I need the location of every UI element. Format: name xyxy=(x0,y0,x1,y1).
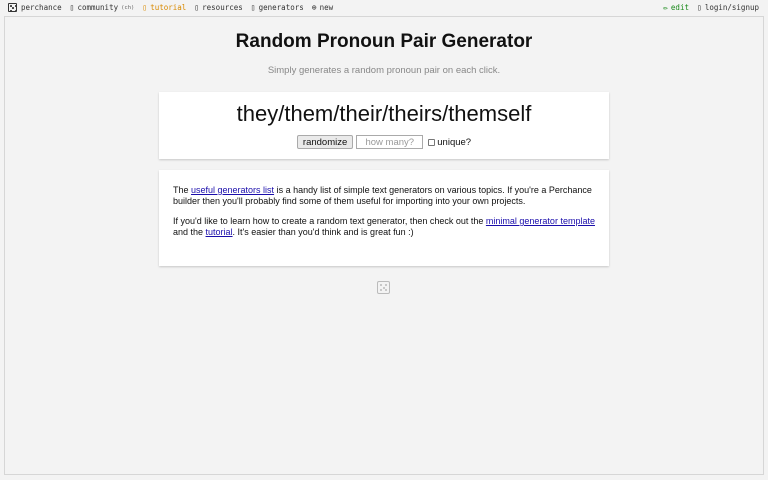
nav-resources-label: resources xyxy=(202,3,243,12)
nav-new-link[interactable]: ⊕ new xyxy=(312,3,333,12)
info-paragraph-2: If you'd like to learn how to create a r… xyxy=(173,216,595,238)
community-badge: (ch) xyxy=(121,4,135,11)
info-paragraph-1: The useful generators list is a handy li… xyxy=(173,185,595,207)
info-text: . It's easier than you'd think and is gr… xyxy=(232,227,414,237)
nav-tutorial-label: tutorial xyxy=(150,3,187,12)
nav-tutorial-link[interactable]: ▯ tutorial xyxy=(142,3,186,12)
nav-login-link[interactable]: ▯ login/signup xyxy=(697,3,759,12)
randomize-button[interactable]: randomize xyxy=(296,135,354,149)
generated-output: they/them/their/theirs/themself xyxy=(236,101,532,126)
nav-home-label: perchance xyxy=(21,3,62,12)
info-text: If you'd like to learn how to create a r… xyxy=(173,216,486,226)
info-text: The xyxy=(173,185,192,195)
useful-generators-link[interactable]: useful generators list xyxy=(191,185,274,195)
minimal-template-link[interactable]: minimal generator template xyxy=(486,216,595,226)
nav-edit-link[interactable]: ✏ edit xyxy=(663,3,689,12)
nav-resources-link[interactable]: ▯ resources xyxy=(194,3,242,12)
nav-home-link[interactable]: perchance xyxy=(8,3,62,12)
book-icon: ▯ xyxy=(194,2,200,12)
page-subtitle: Simply generates a random pronoun pair o… xyxy=(267,65,501,76)
top-nav: perchance ▯ community (ch) ▯ tutorial ▯ … xyxy=(0,0,768,16)
footer-dice-icon xyxy=(377,281,390,294)
nav-right: ✏ edit ▯ login/signup xyxy=(663,3,759,12)
nav-community-label: community xyxy=(77,3,119,12)
pencil-icon: ✏ xyxy=(663,2,668,12)
output-controls: randomize unique? xyxy=(159,135,609,149)
nav-edit-label: edit xyxy=(670,3,689,12)
page-title: Random Pronoun Pair Generator xyxy=(235,31,533,52)
nav-login-label: login/signup xyxy=(704,3,759,12)
unique-checkbox[interactable] xyxy=(428,138,436,146)
nav-community-link[interactable]: ▯ community (ch) xyxy=(70,3,135,12)
info-icon: ▯ xyxy=(142,2,148,12)
how-many-input[interactable] xyxy=(356,135,424,149)
plus-circle-icon: ⊕ xyxy=(311,2,317,12)
nav-new-label: new xyxy=(319,3,334,12)
tutorial-link[interactable]: tutorial xyxy=(206,227,233,237)
output-card: they/them/their/theirs/themself randomiz… xyxy=(159,92,609,159)
grid-icon: ▯ xyxy=(250,2,256,12)
unique-label: unique? xyxy=(437,136,472,148)
nav-generators-label: generators xyxy=(258,3,304,12)
info-text: and the xyxy=(173,227,206,237)
chat-icon: ▯ xyxy=(69,2,75,12)
nav-generators-link[interactable]: ▯ generators xyxy=(251,3,304,12)
dice-icon xyxy=(8,3,17,12)
user-icon: ▯ xyxy=(696,2,702,12)
nav-left: perchance ▯ community (ch) ▯ tutorial ▯ … xyxy=(8,3,341,12)
info-card: The useful generators list is a handy li… xyxy=(159,170,609,266)
